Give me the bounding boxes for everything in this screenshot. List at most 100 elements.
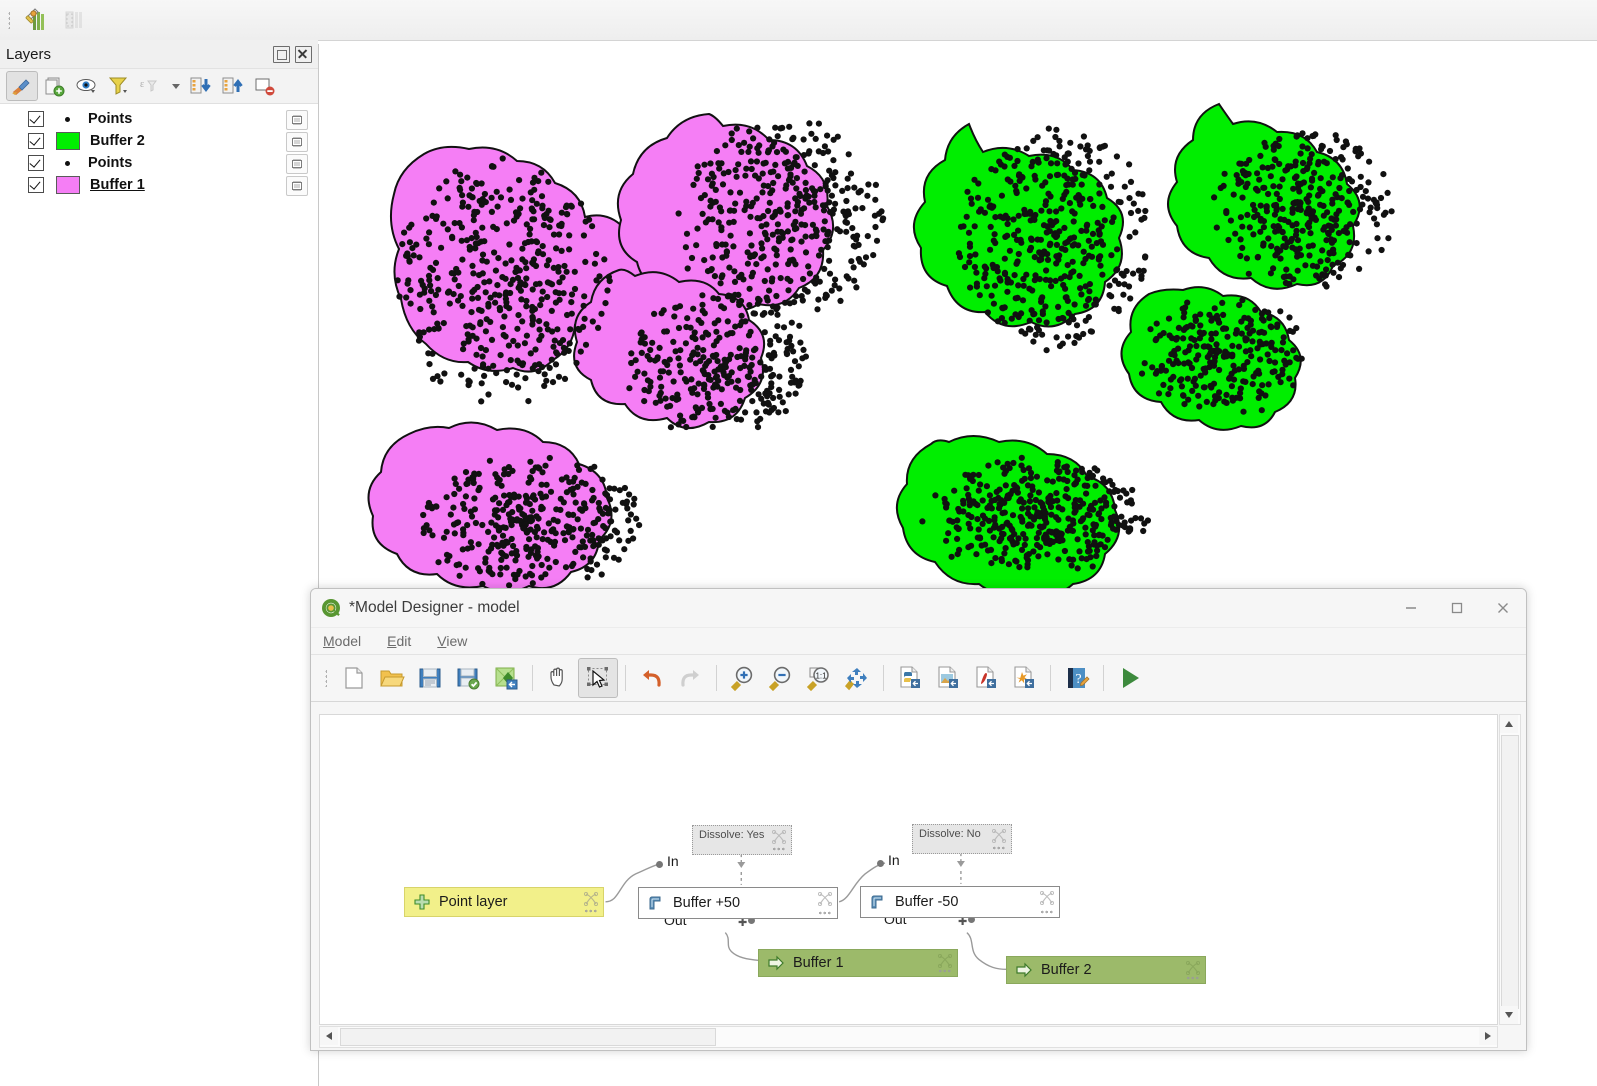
close-panel-button[interactable] — [295, 46, 312, 63]
layer-filter-chip-icon[interactable] — [286, 176, 308, 196]
export-as-svg-button[interactable] — [1005, 659, 1043, 697]
window-controls — [1388, 589, 1526, 627]
menu-model[interactable]: MModelodel — [323, 633, 361, 649]
export-as-script-button[interactable] — [891, 659, 929, 697]
node-menu-dots-icon[interactable] — [992, 846, 1005, 850]
toolbar-separator — [532, 665, 533, 691]
input-port-dot[interactable] — [877, 860, 884, 867]
add-group-button[interactable] — [40, 72, 70, 100]
node-resize-handle-icon[interactable] — [818, 892, 832, 906]
model-designer-window: *Model Designer - model MModelodel Edit … — [310, 588, 1527, 1051]
buffer-icon — [871, 895, 883, 909]
model-toolbar-drag-handle[interactable] — [321, 665, 335, 691]
layer-row[interactable]: Points — [0, 152, 318, 174]
collapse-all-button[interactable] — [218, 72, 248, 100]
layer-row[interactable]: Buffer 1 — [0, 174, 318, 196]
model-node-point-layer[interactable]: Point layer — [404, 887, 604, 917]
node-menu-dots-icon[interactable] — [584, 909, 597, 913]
qgis-logo-icon — [322, 599, 340, 617]
canvas-vertical-scrollbar[interactable] — [1499, 714, 1521, 1025]
filter-legend-button[interactable] — [104, 72, 134, 100]
edit-help-button[interactable]: ? — [1058, 659, 1096, 697]
horizontal-scroll-thumb[interactable] — [340, 1028, 716, 1046]
export-as-pdf-button[interactable] — [967, 659, 1005, 697]
layer-filter-chip-icon[interactable] — [286, 154, 308, 174]
run-model-button[interactable] — [1111, 659, 1149, 697]
layer-row[interactable]: Buffer 2 — [0, 130, 318, 152]
open-layer-styling-button[interactable] — [6, 71, 38, 101]
zoom-out-button[interactable] — [762, 659, 800, 697]
model-node-buffer-plus-50[interactable]: Buffer +50 — [638, 887, 838, 919]
zoom-full-button[interactable] — [838, 659, 876, 697]
scroll-up-arrow-icon[interactable] — [1500, 715, 1518, 733]
node-resize-handle-icon[interactable] — [772, 830, 786, 844]
manage-layer-visibility-button[interactable] — [72, 72, 102, 100]
open-model-button[interactable] — [373, 659, 411, 697]
scroll-down-arrow-icon[interactable] — [1500, 1006, 1518, 1024]
model-node-buffer-minus-50[interactable]: Buffer -50 — [860, 886, 1060, 918]
new-model-button[interactable] — [335, 659, 373, 697]
node-menu-dots-icon[interactable] — [938, 969, 951, 973]
processing-toolbox-icon[interactable] — [20, 4, 54, 36]
node-menu-dots-icon[interactable] — [772, 847, 785, 851]
layer-visibility-checkbox[interactable] — [28, 155, 44, 171]
output-port-plus-icon[interactable]: ✚ — [738, 918, 747, 929]
menu-edit[interactable]: Edit — [387, 633, 411, 649]
model-canvas[interactable]: Point layer Dissolve: Yes Dissolve: No I… — [319, 714, 1498, 1025]
node-resize-handle-icon[interactable] — [938, 954, 952, 968]
close-window-button[interactable] — [1480, 589, 1526, 627]
float-panel-button[interactable] — [273, 46, 290, 63]
zoom-actual-button[interactable]: 1:1 — [800, 659, 838, 697]
canvas-horizontal-scrollbar[interactable] — [319, 1026, 1498, 1048]
model-designer-titlebar[interactable]: *Model Designer - model — [311, 589, 1526, 628]
export-as-image-button[interactable] — [929, 659, 967, 697]
node-menu-dots-icon[interactable] — [1186, 976, 1199, 980]
maximize-button[interactable] — [1434, 589, 1480, 627]
redo-button[interactable] — [671, 659, 709, 697]
save-model-as-button[interactable] — [449, 659, 487, 697]
remove-layer-button[interactable] — [250, 72, 280, 100]
node-menu-dots-icon[interactable] — [1040, 910, 1053, 914]
zoom-in-button[interactable] — [724, 659, 762, 697]
toolbar-separator — [1050, 665, 1051, 691]
node-menu-dots-icon[interactable] — [818, 911, 831, 915]
layer-visibility-checkbox[interactable] — [28, 177, 44, 193]
expand-all-button[interactable] — [186, 72, 216, 100]
node-resize-handle-icon[interactable] — [584, 892, 598, 906]
toolbar-separator — [716, 665, 717, 691]
save-in-project-button[interactable] — [487, 659, 525, 697]
select-tool-button[interactable] — [578, 658, 618, 698]
model-node-output-buffer-2[interactable]: Buffer 2 — [1006, 956, 1206, 984]
layers-panel: Layers ε Points Buffer 2 Points Buffer 1 — [0, 40, 318, 1086]
model-designer-icon[interactable] — [58, 4, 92, 36]
layer-filter-chip-icon[interactable] — [286, 132, 308, 152]
scroll-left-arrow-icon[interactable] — [320, 1027, 338, 1045]
filter-dropdown-arrow-icon[interactable] — [168, 72, 184, 100]
filter-legend-expression-button[interactable]: ε — [136, 72, 166, 100]
node-label: Buffer 1 — [793, 955, 844, 971]
layer-visibility-checkbox[interactable] — [28, 133, 44, 149]
model-canvas-area: Point layer Dissolve: Yes Dissolve: No I… — [311, 711, 1526, 1050]
node-resize-handle-icon[interactable] — [1040, 891, 1054, 905]
toolbar-drag-handle[interactable] — [4, 7, 18, 33]
layer-row[interactable]: Points — [0, 108, 318, 130]
output-port-plus-icon[interactable]: ✚ — [958, 917, 967, 928]
node-resize-handle-icon[interactable] — [992, 829, 1006, 843]
layer-visibility-checkbox[interactable] — [28, 111, 44, 127]
minimize-button[interactable] — [1388, 589, 1434, 627]
node-resize-handle-icon[interactable] — [1186, 961, 1200, 975]
menu-view[interactable]: View — [437, 633, 467, 649]
model-node-comment-dissolve-no[interactable]: Dissolve: No — [912, 824, 1012, 854]
undo-button[interactable] — [633, 659, 671, 697]
save-model-button[interactable] — [411, 659, 449, 697]
model-node-output-buffer-1[interactable]: Buffer 1 — [758, 949, 958, 977]
layer-filter-chip-icon[interactable] — [286, 110, 308, 130]
pan-tool-button[interactable] — [540, 659, 578, 697]
node-comment-text: Dissolve: Yes — [699, 829, 765, 841]
model-node-comment-dissolve-yes[interactable]: Dissolve: Yes — [692, 825, 792, 855]
layer-name: Points — [88, 155, 133, 171]
input-port-dot[interactable] — [656, 861, 663, 868]
scroll-right-arrow-icon[interactable] — [1479, 1027, 1497, 1045]
input-port-label: In — [667, 853, 679, 869]
vertical-scroll-thumb[interactable] — [1501, 735, 1519, 1009]
